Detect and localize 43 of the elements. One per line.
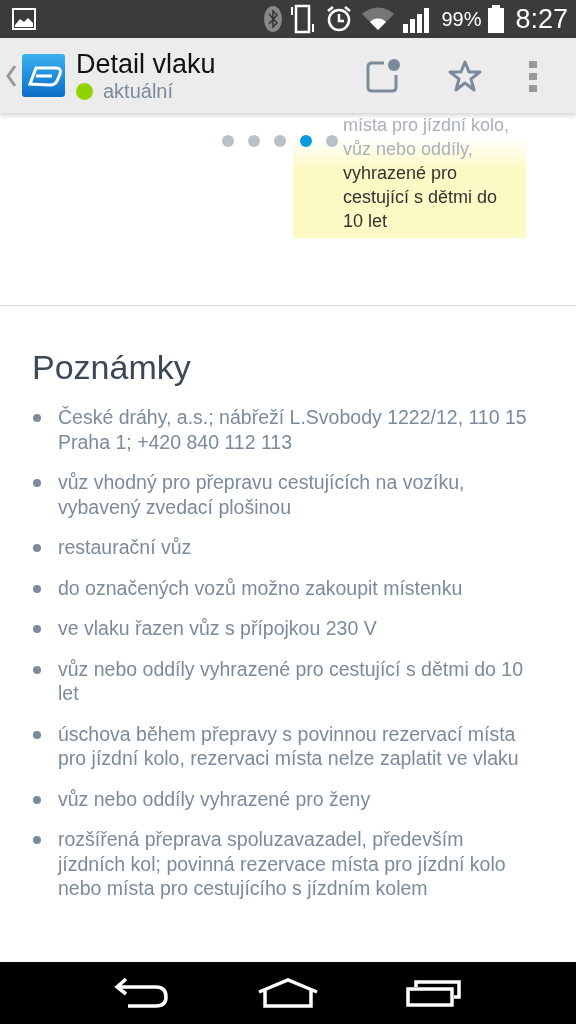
page-dot[interactable] — [222, 135, 234, 147]
back-icon[interactable] — [113, 977, 170, 1009]
bullet-icon — [33, 625, 41, 633]
bullet-icon — [33, 665, 41, 674]
note-text: České dráhy, a.s.; nábřeží L.Svobody 1222/12, 110 15 Praha 1; +420 840 112 113 — [58, 405, 528, 454]
battery-icon — [488, 5, 505, 33]
bullet-icon — [33, 836, 41, 844]
page-dot[interactable] — [248, 135, 260, 147]
app-logo-icon — [22, 54, 65, 97]
recent-apps-icon[interactable] — [406, 979, 463, 1007]
image-icon — [12, 7, 36, 31]
status-label: aktuální — [103, 80, 174, 103]
note-text: vůz vhodný pro přepravu cestujících na vozíku, vybavený zvedací plošinou — [58, 470, 466, 519]
note-icon[interactable] — [364, 56, 402, 95]
bluetooth-icon — [264, 6, 283, 32]
bullet-icon — [33, 795, 41, 804]
home-icon[interactable] — [257, 978, 319, 1008]
note-text: restaurační vůz — [58, 535, 192, 560]
bullet-icon — [33, 544, 41, 552]
overflow-menu-icon[interactable] — [528, 59, 538, 92]
note-text: vůz nebo oddíly vyhrazené pro cestující s dětmi do 10 let — [58, 656, 524, 706]
card-text: cestující s dětmi do — [343, 186, 498, 209]
note-text: rozšířená přeprava spoluzavazadel, především jízdních kol; povinná rezervace místa pro jízdní kolo nebo místa pro cestujícího s jízdním kolem — [58, 827, 507, 901]
battery-percent: 99% — [441, 7, 482, 31]
note-text: do označených vozů možno zakoupit místenku — [58, 575, 463, 600]
bullet-icon — [33, 584, 41, 593]
page-dot[interactable] — [274, 135, 286, 147]
card-text: místa pro jízdní kolo, — [343, 114, 510, 137]
card-text: vyhrazené pro — [343, 162, 458, 185]
wifi-icon — [361, 6, 396, 32]
star-icon[interactable] — [448, 58, 482, 93]
card-text: 10 let — [343, 210, 388, 233]
screen-title: Detail vlaku — [76, 48, 217, 80]
clock-time: 8:27 — [515, 3, 568, 35]
notes-heading: Poznámky — [32, 348, 192, 387]
back-caret-icon[interactable] — [6, 63, 16, 88]
bullet-icon — [33, 730, 41, 739]
bullet-icon — [33, 414, 41, 422]
note-text: ve vlaku řazen vůz s přípojkou 230 V — [58, 616, 377, 641]
bullet-icon — [33, 479, 41, 487]
note-text: vůz nebo oddíly vyhrazené pro ženy — [58, 786, 371, 811]
card-text: vůz nebo oddíly, — [343, 138, 473, 161]
note-text: úschova během přepravy s povinnou rezervací místa pro jízdní kolo, rezervaci místa nelze zaplatit ve vlaku — [58, 721, 520, 771]
